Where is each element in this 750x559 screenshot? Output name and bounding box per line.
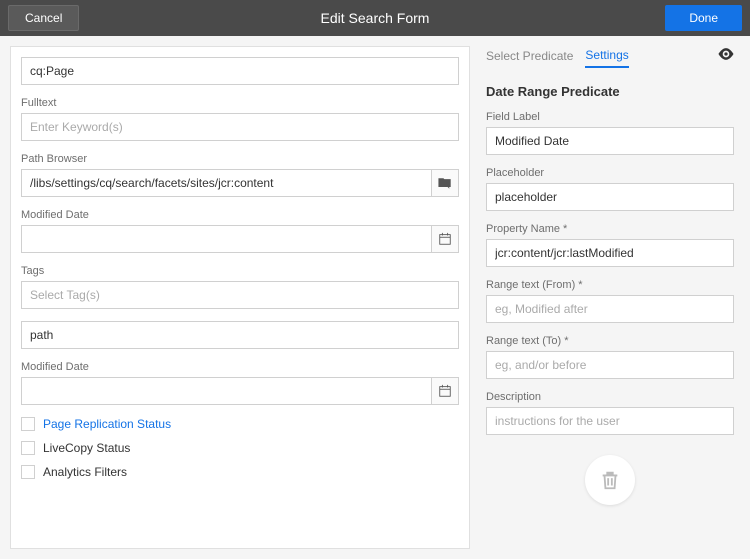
modified-date-field-1: Modified Date	[21, 209, 459, 253]
livecopy-label: LiveCopy Status	[43, 441, 130, 455]
page-replication-checkbox[interactable]	[21, 417, 35, 431]
eye-icon	[716, 44, 736, 64]
cqpage-field	[21, 57, 459, 85]
analytics-row[interactable]: Analytics Filters	[21, 465, 459, 479]
settings-panel: Select Predicate Settings Date Range Pre…	[470, 36, 750, 559]
preview-toggle[interactable]	[716, 44, 736, 67]
page-title: Edit Search Form	[321, 10, 430, 26]
path-input[interactable]	[21, 321, 459, 349]
range-to-group: Range text (To) *	[486, 335, 734, 379]
livecopy-row[interactable]: LiveCopy Status	[21, 441, 459, 455]
range-to-label: Range text (To) *	[486, 335, 734, 347]
livecopy-checkbox[interactable]	[21, 441, 35, 455]
modified-date-field-2: Modified Date	[21, 361, 459, 405]
form-preview-panel: Fulltext Path Browser Modified Date Ta	[10, 46, 470, 549]
range-from-input[interactable]	[486, 295, 734, 323]
done-button[interactable]: Done	[665, 5, 742, 31]
fulltext-input[interactable]	[21, 113, 459, 141]
cancel-button[interactable]: Cancel	[8, 5, 79, 31]
modified-date-label-2: Modified Date	[21, 361, 459, 373]
placeholder-group: Placeholder	[486, 167, 734, 211]
tabs: Select Predicate Settings	[486, 48, 734, 68]
page-replication-label: Page Replication Status	[43, 417, 171, 431]
modified-date-input-2[interactable]	[21, 377, 431, 405]
pathbrowser-input[interactable]	[21, 169, 431, 197]
placeholder-input[interactable]	[486, 183, 734, 211]
analytics-checkbox[interactable]	[21, 465, 35, 479]
modified-date-label-1: Modified Date	[21, 209, 459, 221]
description-input[interactable]	[486, 407, 734, 435]
calendar-icon	[438, 232, 452, 246]
fulltext-field: Fulltext	[21, 97, 459, 141]
pathbrowser-label: Path Browser	[21, 153, 459, 165]
calendar-icon	[438, 384, 452, 398]
cqpage-input[interactable]	[21, 57, 459, 85]
calendar-button-2[interactable]	[431, 377, 459, 405]
pathbrowser-field: Path Browser	[21, 153, 459, 197]
description-group: Description	[486, 391, 734, 435]
fulltext-label: Fulltext	[21, 97, 459, 109]
content: Fulltext Path Browser Modified Date Ta	[0, 36, 750, 559]
property-name-input[interactable]	[486, 239, 734, 267]
tags-input[interactable]	[21, 281, 459, 309]
modified-date-input-1[interactable]	[21, 225, 431, 253]
tags-field: Tags	[21, 265, 459, 309]
tab-select-predicate[interactable]: Select Predicate	[486, 49, 573, 67]
field-label-input[interactable]	[486, 127, 734, 155]
settings-title: Date Range Predicate	[486, 84, 734, 99]
range-from-group: Range text (From) *	[486, 279, 734, 323]
range-from-label: Range text (From) *	[486, 279, 734, 291]
calendar-button-1[interactable]	[431, 225, 459, 253]
tags-label: Tags	[21, 265, 459, 277]
analytics-label: Analytics Filters	[43, 465, 127, 479]
field-label-group: Field Label	[486, 111, 734, 155]
delete-button[interactable]	[585, 455, 635, 505]
description-label: Description	[486, 391, 734, 403]
header: Cancel Edit Search Form Done	[0, 0, 750, 36]
property-name-group: Property Name *	[486, 223, 734, 267]
trash-icon	[599, 469, 621, 491]
field-label-label: Field Label	[486, 111, 734, 123]
range-to-input[interactable]	[486, 351, 734, 379]
page-replication-row[interactable]: Page Replication Status	[21, 417, 459, 431]
browse-icon[interactable]	[431, 169, 459, 197]
folder-search-icon	[438, 176, 452, 190]
path-field	[21, 321, 459, 349]
placeholder-label: Placeholder	[486, 167, 734, 179]
tab-settings[interactable]: Settings	[585, 48, 628, 68]
property-name-label: Property Name *	[486, 223, 734, 235]
